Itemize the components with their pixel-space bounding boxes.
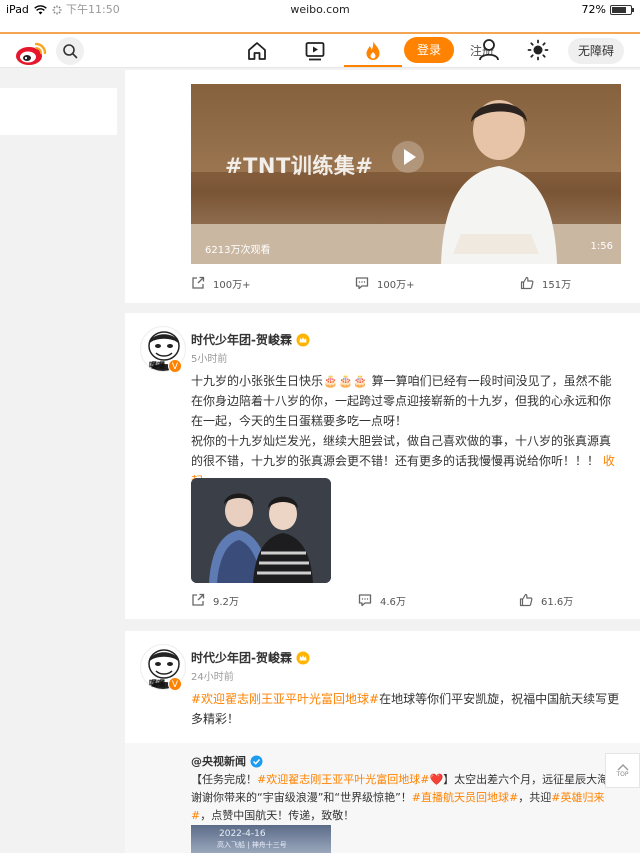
video-nav-button[interactable] (302, 38, 328, 64)
repost-count: 100万+ (213, 279, 251, 291)
author-name[interactable]: 时代少年团-贺峻霖 (191, 331, 310, 348)
repost-text-1: 【任务完成！ (191, 773, 257, 786)
video-player[interactable]: #TNT训练集# 6213万次观看 1:56 (191, 84, 621, 264)
author-name-text: 时代少年团-贺峻霖 (191, 333, 292, 347)
post-paragraph-2: 祝你的十九岁灿烂发光，继续大胆尝试，做自己喜欢做的事，十八岁的张真源真的很不错，… (191, 434, 612, 468)
crown-badge-icon (296, 333, 310, 346)
share-icon (192, 593, 205, 606)
like-button[interactable]: 61.6万 (519, 589, 573, 611)
status-bar: iPad 下午11:50 weibo.com 72% (0, 0, 640, 32)
verified-blue-icon (250, 755, 263, 767)
feed-card-repost: 嘿嘿 V 时代少年团-贺峻霖 24小时前 #欢迎翟志刚王亚平叶光富回地球#在地球… (125, 631, 640, 853)
comment-count: 4.6万 (380, 596, 406, 608)
comment-button[interactable]: 100万+ (355, 272, 414, 294)
repost-image-date: 2022-4-16 (219, 829, 266, 839)
repost-image-caption: 高入飞船 | 神舟十三号 (217, 841, 287, 849)
accessibility-button[interactable]: 无障碍 (568, 38, 624, 64)
post-text: 十九岁的小张张生日快乐🎂🎂🎂 算一算咱们已经有一段时间没见了，虽然不能在你身边陪… (191, 371, 621, 491)
avatar-caption: 嘿嘿 (149, 679, 165, 688)
theme-toggle-button[interactable] (527, 39, 549, 65)
post-time: 24小时前 (191, 672, 234, 683)
action-bar: 9.2万 4.6万 61.6万 (125, 589, 640, 611)
comment-count: 100万+ (377, 279, 415, 291)
clock: 下午11:50 (66, 3, 120, 16)
battery-percent: 72% (581, 3, 606, 16)
user-icon (479, 39, 499, 61)
share-icon (192, 276, 205, 289)
left-sidebar-panel (0, 88, 117, 135)
feed-card-post: 嘿嘿 V 时代少年团-贺峻霖 5小时前 十九岁的小张张生日快乐🎂🎂🎂 算一算咱们… (125, 313, 640, 619)
back-to-top-button[interactable]: TOP (605, 753, 640, 788)
chevron-up-icon (617, 764, 628, 771)
thumbs-up-icon (520, 276, 534, 290)
battery-fill (612, 6, 627, 13)
repost-count: 9.2万 (213, 596, 239, 608)
avatar-caption: 嘿嘿 (149, 361, 165, 370)
repost-image[interactable]: 2022-4-16 高入飞船 | 神舟十三号 (191, 825, 331, 853)
photo-two-people (191, 478, 331, 583)
author-name-text: 时代少年团-贺峻霖 (191, 651, 292, 665)
thumbs-up-icon (519, 593, 533, 607)
repost-text-4: ，点赞中国航天！传递，致敬！ (200, 809, 355, 822)
video-hashtag: #TNT训练集# (225, 154, 374, 178)
repost-text: 【任务完成！#欢迎翟志刚王亚平叶光富回地球#❤️】太空出差六个月，远征星辰大海。… (191, 771, 621, 825)
repost-text-3: ，共迎 (518, 791, 552, 804)
search-icon (63, 44, 78, 59)
video-duration: 1:56 (590, 241, 613, 252)
feed-card-video: #TNT训练集# 6213万次观看 1:56 100万+ 100万+ 151万 (125, 70, 640, 303)
home-nav-button[interactable] (244, 38, 270, 64)
flame-icon (366, 41, 380, 60)
search-button[interactable] (56, 37, 84, 65)
user-button[interactable] (478, 38, 500, 66)
play-icon[interactable] (391, 140, 425, 174)
status-right: 72% (581, 3, 634, 16)
repost-author-name: @央视新闻 (191, 755, 246, 768)
video-thumbnail-figure (441, 100, 557, 264)
repost-button[interactable]: 100万+ (191, 272, 250, 294)
sun-icon (527, 39, 549, 61)
comment-icon (355, 277, 369, 290)
author-name[interactable]: 时代少年团-贺峻霖 (191, 649, 310, 666)
status-center: 下午11:50 weibo.com (0, 3, 640, 16)
like-button[interactable]: 151万 (520, 272, 571, 294)
comment-button[interactable]: 4.6万 (358, 589, 406, 611)
verified-badge: V (168, 359, 182, 373)
repost-button[interactable]: 9.2万 (191, 589, 239, 611)
active-tab-indicator (344, 65, 402, 67)
post-photo[interactable] (191, 478, 331, 583)
login-button[interactable]: 登录 (404, 37, 454, 63)
video-views: 6213万次观看 (205, 245, 271, 256)
battery-icon (610, 4, 634, 15)
reposted-content[interactable]: @央视新闻 【任务完成！#欢迎翟志刚王亚平叶光富回地球#❤️】太空出差六个月，远… (125, 743, 640, 853)
verified-badge: V (168, 677, 182, 691)
crown-badge-icon (296, 651, 310, 664)
repost-hashtag-2[interactable]: #直播航天员回地球# (412, 791, 518, 804)
like-count: 61.6万 (541, 596, 574, 608)
video-icon (305, 42, 325, 61)
repost-hashtag-1[interactable]: #欢迎翟志刚王亚平叶光富回地球# (257, 773, 429, 786)
weibo-logo-icon[interactable] (14, 40, 48, 66)
comment-icon (358, 594, 372, 607)
post-text: #欢迎翟志刚王亚平叶光富回地球#在地球等你们平安凯旋，祝福中国航天续写更多精彩！ (191, 689, 621, 729)
repost-author[interactable]: @央视新闻 (191, 753, 263, 769)
home-icon (248, 42, 266, 60)
top-nav: 登录 注册 无障碍 (0, 32, 640, 68)
hashtag-link[interactable]: #欢迎翟志刚王亚平叶光富回地球# (191, 692, 379, 706)
hot-nav-button[interactable] (360, 38, 386, 64)
post-time: 5小时前 (191, 354, 228, 365)
back-to-top-label: TOP (616, 771, 629, 778)
like-count: 151万 (542, 279, 572, 291)
post-paragraph-1: 十九岁的小张张生日快乐🎂🎂🎂 算一算咱们已经有一段时间没见了，虽然不能在你身边陪… (191, 374, 612, 428)
action-bar: 100万+ 100万+ 151万 (125, 272, 640, 294)
